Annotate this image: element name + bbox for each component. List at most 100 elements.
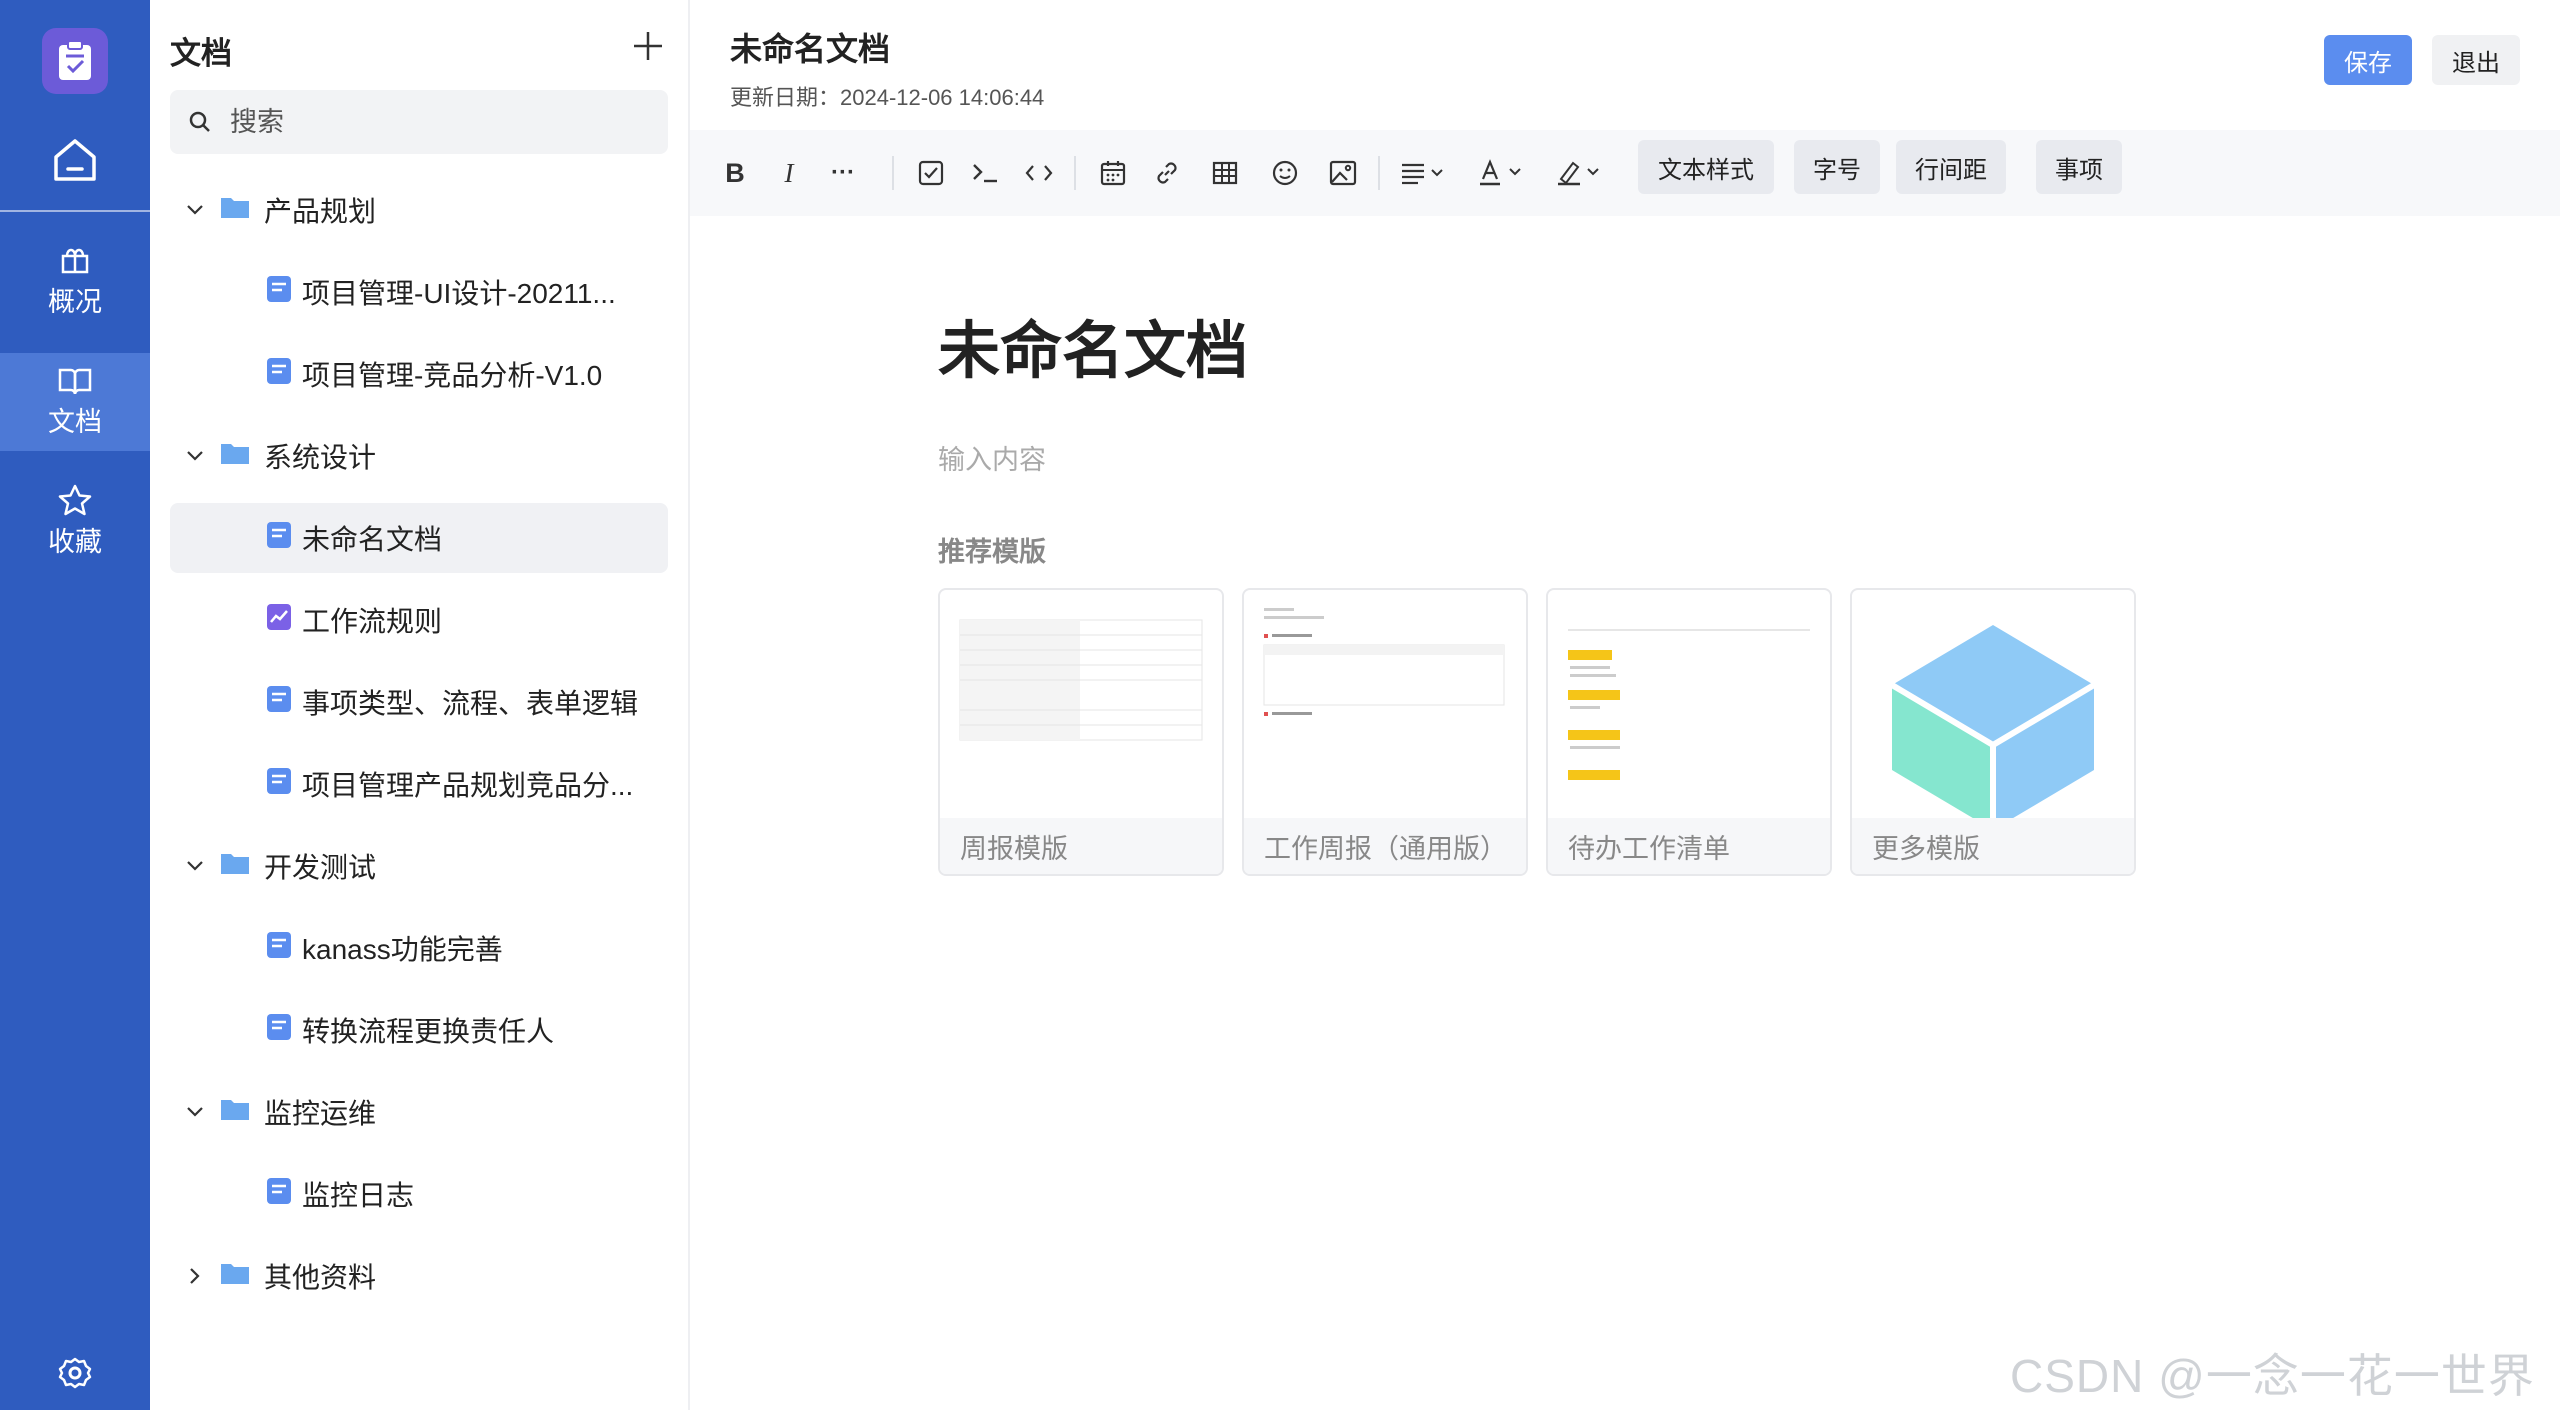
search-input[interactable] (228, 105, 632, 139)
chevron-right-icon[interactable] (180, 1266, 210, 1286)
bold-button[interactable]: B (712, 130, 758, 216)
template-label: 工作周报（通用版） (1244, 818, 1526, 874)
document-icon (266, 357, 292, 392)
tree-folder[interactable]: 其他资料 (170, 1241, 668, 1311)
toolbar-divider (1378, 156, 1380, 190)
rail-item-docs[interactable]: 文档 (0, 353, 150, 451)
tree-doc-label: 项目管理产品规划竞品分... (302, 770, 634, 801)
align-dropdown[interactable] (1390, 130, 1456, 216)
template-thumbnail (1263, 608, 1505, 716)
chart-doc-icon (266, 603, 292, 638)
template-thumbnail (959, 619, 1203, 741)
insert-link-button[interactable] (1144, 130, 1190, 216)
chevron-down-icon[interactable] (180, 1105, 210, 1119)
template-card[interactable]: 更多模版 (1850, 588, 2136, 876)
document-icon (266, 275, 292, 310)
chevron-down-icon[interactable] (180, 449, 210, 463)
tree-doc[interactable]: 监控日志 (170, 1159, 668, 1229)
inline-code-button[interactable] (1016, 130, 1062, 216)
tree-doc[interactable]: 项目管理-竞品分析-V1.0 (170, 339, 668, 409)
code-block-button[interactable] (962, 130, 1008, 216)
tree-doc[interactable]: 工作流规则 (170, 585, 668, 655)
align-icon (1402, 163, 1443, 185)
gear-icon (58, 1357, 92, 1389)
editor-toolbar: B I ··· (690, 130, 2560, 216)
exit-button[interactable]: 退出 (2432, 35, 2520, 85)
tree-doc[interactable]: 项目管理产品规划竞品分... (170, 749, 668, 819)
folder-icon (220, 1260, 250, 1292)
emoji-icon (1272, 160, 1298, 186)
document-icon (266, 1013, 292, 1048)
insert-table-button[interactable] (1202, 130, 1248, 216)
rail-divider (0, 210, 150, 212)
highlight-dropdown[interactable] (1546, 130, 1612, 216)
updated-date: 更新日期：2024-12-06 14:06:44 (730, 85, 1045, 110)
tree-doc[interactable]: kanass功能完善 (170, 913, 668, 983)
home-icon (54, 139, 96, 181)
image-icon (1329, 160, 1357, 186)
tree-doc[interactable]: 事项类型、流程、表单逻辑 (170, 667, 668, 737)
page-title: 未命名文档 (730, 31, 891, 67)
calendar-icon (1100, 161, 1126, 186)
editor-area: 未命名文档 更新日期：2024-12-06 14:06:44 保存 退出 B I… (690, 0, 2560, 1410)
rail-item-label: 概况 (48, 286, 102, 317)
font-color-dropdown[interactable] (1468, 130, 1534, 216)
tree-folder[interactable]: 监控运维 (170, 1077, 668, 1147)
app-logo[interactable] (42, 28, 108, 94)
rail-item-label: 文档 (48, 406, 102, 437)
package-icon (61, 248, 89, 273)
text-style-button[interactable]: 文本样式 (1638, 140, 1774, 194)
link-icon (1157, 162, 1177, 184)
folder-icon (220, 440, 250, 472)
tree-folder[interactable]: 产品规划 (170, 175, 668, 245)
tree-doc-label: 项目管理-竞品分析-V1.0 (302, 360, 603, 391)
tree-doc-selected[interactable]: 未命名文档 (170, 503, 668, 573)
document-icon (266, 767, 292, 802)
rail-item-overview[interactable]: 概况 (0, 232, 150, 330)
tree-title: 文档 (170, 36, 232, 71)
checklist-button[interactable] (908, 130, 954, 216)
insert-item-button[interactable]: 事项 (2036, 140, 2122, 194)
star-icon (58, 484, 92, 515)
insert-date-button[interactable] (1090, 130, 1136, 216)
cube-icon (1890, 625, 2096, 818)
template-label: 待办工作清单 (1548, 818, 1830, 874)
rail-item-favorites[interactable]: 收藏 (0, 472, 150, 570)
template-card[interactable]: 工作周报（通用版） (1242, 588, 1528, 876)
document-icon (266, 1177, 292, 1212)
editor-doc-title[interactable]: 未命名文档 (938, 300, 1248, 390)
font-size-button[interactable]: 字号 (1794, 140, 1880, 194)
insert-image-button[interactable] (1320, 130, 1366, 216)
save-button[interactable]: 保存 (2324, 35, 2412, 85)
toolbar-divider (1074, 156, 1076, 190)
template-card[interactable]: 周报模版 (938, 588, 1224, 876)
settings-button[interactable] (55, 1353, 95, 1393)
add-doc-button[interactable] (628, 26, 668, 66)
content-input[interactable]: 输入内容 (938, 438, 1046, 477)
tree-folder[interactable]: 开发测试 (170, 831, 668, 901)
template-card[interactable]: 待办工作清单 (1546, 588, 1832, 876)
highlighter-icon (1558, 161, 1599, 186)
document-icon (266, 685, 292, 720)
search-box[interactable] (170, 90, 668, 154)
plus-icon (634, 32, 662, 60)
tree-doc-label: kanass功能完善 (302, 934, 503, 965)
insert-emoji-button[interactable] (1262, 130, 1308, 216)
tree-folder[interactable]: 系统设计 (170, 421, 668, 491)
tree-doc[interactable]: 转换流程更换责任人 (170, 995, 668, 1065)
template-label: 周报模版 (940, 818, 1222, 874)
folder-icon (220, 850, 250, 882)
chevron-down-icon[interactable] (180, 859, 210, 873)
italic-button[interactable]: I (766, 130, 812, 216)
home-button[interactable] (0, 118, 150, 202)
tree-folder-label: 系统设计 (264, 442, 377, 473)
chevron-down-icon[interactable] (180, 203, 210, 217)
tree-doc[interactable]: 项目管理-UI设计-20211... (170, 257, 668, 327)
toolbar-divider (892, 156, 894, 190)
more-format-button[interactable]: ··· (820, 130, 866, 216)
document-icon (266, 931, 292, 966)
template-label: 更多模版 (1852, 818, 2134, 874)
doc-tree-panel: 文档 产品规划 项目管理-UI设计-20211... 项目管理-竞品分析-V1.… (150, 0, 690, 1410)
line-spacing-button[interactable]: 行间距 (1896, 140, 2006, 194)
font-color-icon (1480, 159, 1521, 186)
